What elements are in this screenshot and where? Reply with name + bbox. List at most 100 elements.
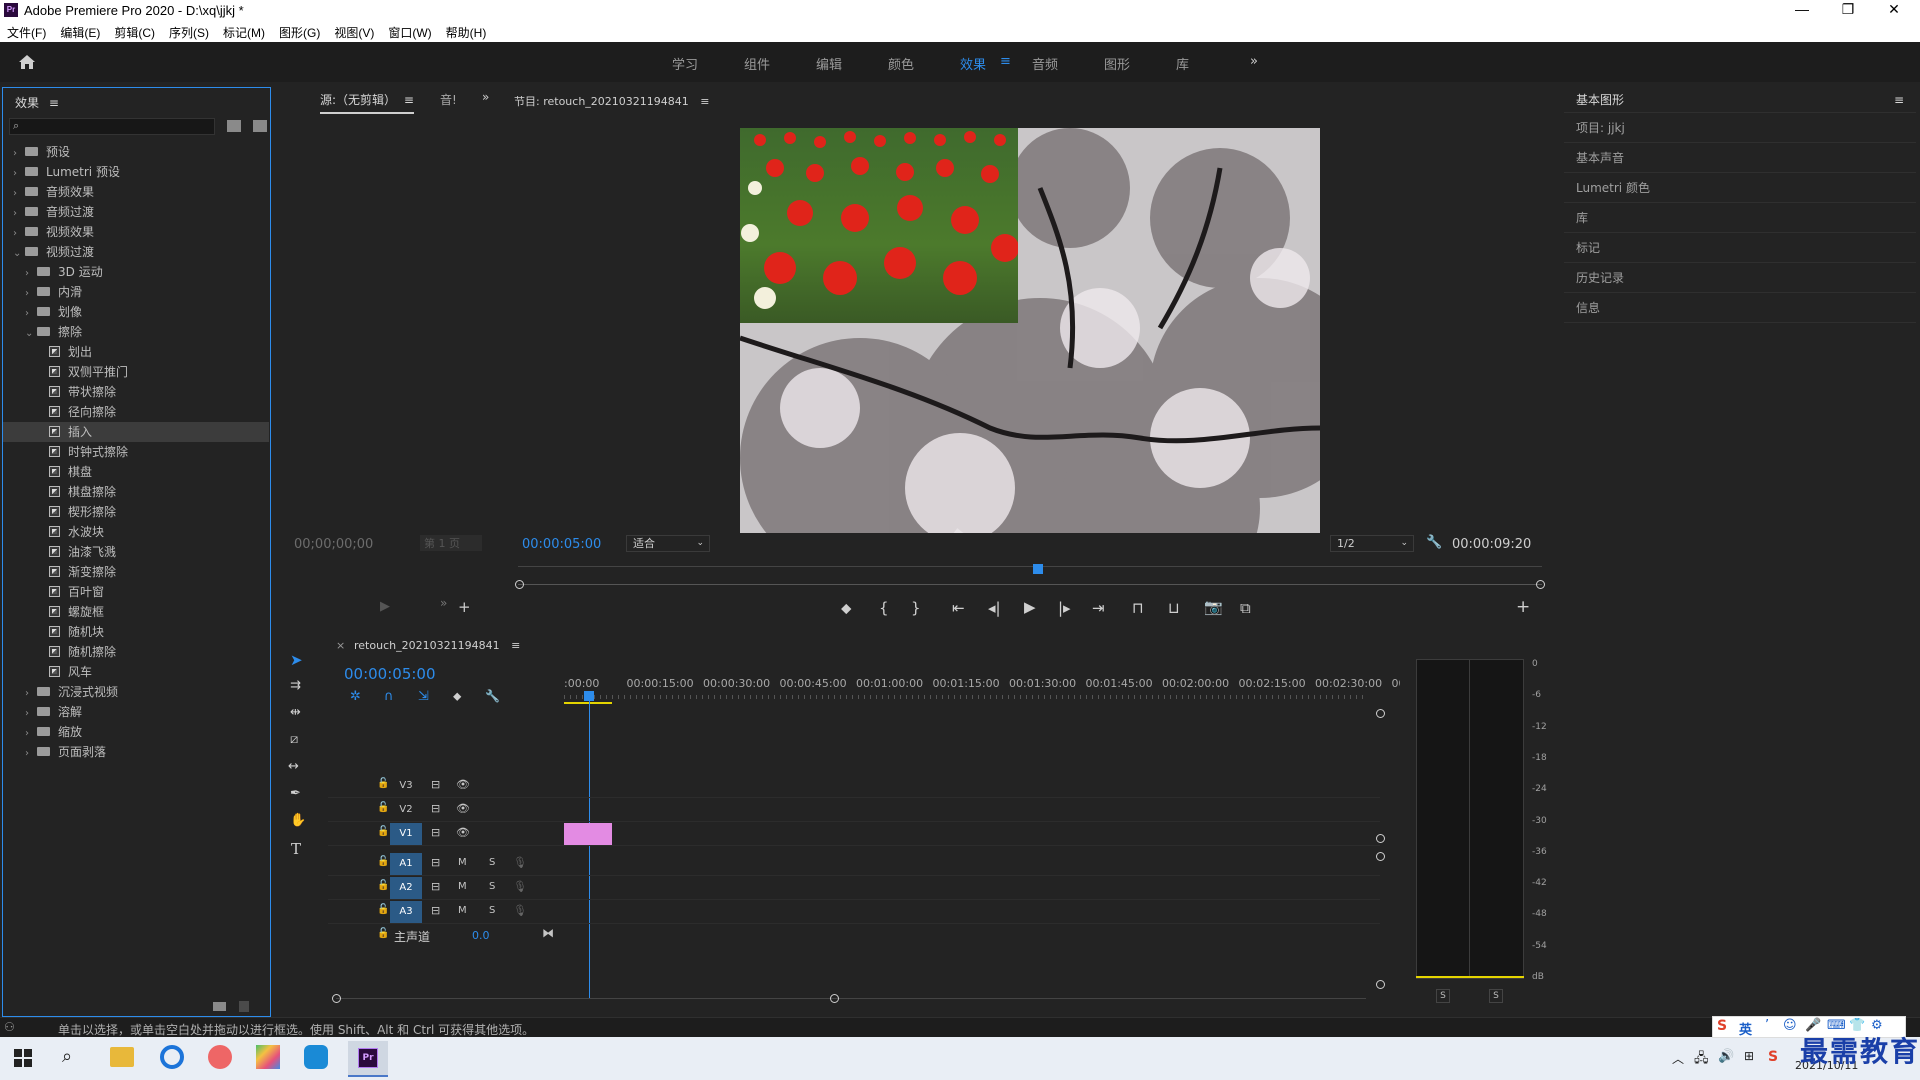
chevron-right-icon[interactable]: › [13,144,25,164]
video-clip[interactable] [564,823,612,845]
workspace-tab-color[interactable]: 颜色 [888,54,914,73]
chevron-right-icon[interactable]: › [25,284,37,304]
zoom-handle-right[interactable] [1536,580,1545,589]
search-icon[interactable]: ⌕ [62,1046,72,1067]
source-page-select[interactable]: 第 1 页 [420,535,482,551]
workspace-tab-graphics[interactable]: 图形 [1104,54,1130,73]
workspace-menu-icon[interactable]: ≡ [1000,54,1011,69]
menu-file[interactable]: 文件(F) [0,22,53,41]
razor-tool-icon[interactable]: ⧄ [290,732,298,747]
new-custom-bin-icon[interactable] [253,120,267,132]
menu-view[interactable]: 视图(V) [327,22,381,41]
settings-wrench-icon[interactable]: 🔧 [1426,535,1442,550]
effect-item[interactable]: 划出 [3,342,269,362]
mute-button[interactable]: M [458,881,467,892]
sync-lock-icon[interactable]: ⊟ [431,778,440,791]
chevron-right-icon[interactable]: › [25,684,37,704]
program-video-frame[interactable] [740,128,1320,533]
lock-icon[interactable]: 🔓 [377,856,389,867]
effect-folder[interactable]: › 预设 [3,142,269,162]
lock-icon[interactable]: 🔓 [377,778,389,789]
menu-window[interactable]: 窗口(W) [381,22,438,41]
track-label-v1[interactable]: V1 [390,823,422,845]
panel-item-project[interactable]: 项目: jjkj [1564,113,1916,143]
go-to-out-icon[interactable]: ⇥ [1092,599,1105,617]
chevron-right-icon[interactable]: › [13,204,25,224]
effect-item[interactable]: 随机擦除 [3,642,269,662]
time-ruler[interactable]: :00:00 00:00:15:00 00:00:30:00 00:00:45:00 0… [564,677,1409,691]
panel-item-lumetri-color[interactable]: Lumetri 颜色 [1564,173,1916,203]
panel-item-history[interactable]: 历史记录 [1564,263,1916,293]
menu-edit[interactable]: 编辑(E) [53,22,107,41]
track-select-tool-icon[interactable]: ⇉ [290,678,301,693]
source-timecode[interactable]: 00;00;00;00 [294,537,373,552]
menu-sequence[interactable]: 序列(S) [162,22,216,41]
microphone-icon[interactable]: 🎙 [513,856,527,869]
mark-in-icon[interactable]: { [879,599,889,617]
hscroll-handle-left[interactable] [332,994,341,1003]
source-overflow-icon[interactable]: » [440,596,447,610]
selection-tool-icon[interactable]: ➤ [290,651,303,669]
chevron-down-icon[interactable]: ⌄ [25,324,37,344]
play-icon[interactable]: ▶ [1024,598,1036,616]
effect-item[interactable]: 渐变擦除 [3,562,269,582]
menu-graphics[interactable]: 图形(G) [272,22,327,41]
chevron-right-icon[interactable]: › [25,744,37,764]
effect-folder[interactable]: › 溶解 [3,702,269,722]
effect-item[interactable]: 水波块 [3,522,269,542]
maximize-button[interactable]: ❐ [1828,1,1868,18]
sogou-icon[interactable]: S [1768,1049,1778,1065]
microphone-icon[interactable]: 🎙 [513,904,527,917]
resolution-select[interactable]: 1/2 ⌄ [1330,535,1414,552]
program-scrubber[interactable] [518,566,1542,567]
effect-item[interactable]: 楔形擦除 [3,502,269,522]
tray-chevron-icon[interactable]: ︿ [1672,1050,1684,1067]
source-add-button-icon[interactable]: + [458,598,471,616]
effect-folder[interactable]: › 音频效果 [3,182,269,202]
eye-icon[interactable]: 👁 [456,802,470,815]
workspace-tab-audio[interactable]: 音频 [1032,54,1058,73]
extract-icon[interactable]: ⊔ [1168,599,1180,617]
panel-item-libraries[interactable]: 库 [1564,203,1916,233]
home-icon[interactable] [18,54,36,70]
panel-overflow-icon[interactable]: » [482,90,489,104]
app-icon-2[interactable] [256,1045,280,1069]
minimize-button[interactable]: — [1782,1,1822,17]
work-area-bar[interactable] [564,702,612,704]
solo-button[interactable]: S [489,881,495,892]
sync-lock-icon[interactable]: ⊟ [431,826,440,839]
effect-item[interactable]: 油漆飞溅 [3,542,269,562]
effect-item[interactable]: 插入 [3,422,269,442]
microphone-icon[interactable]: 🎙 [513,880,527,893]
close-button[interactable]: ✕ [1874,1,1914,18]
mute-button[interactable]: M [458,857,467,868]
solo-button[interactable]: S [489,857,495,868]
panel-item-essential-sound[interactable]: 基本声音 [1564,143,1916,173]
snap-magnet-icon[interactable]: ∩ [384,689,394,704]
ime-punctuation-icon[interactable]: ’ [1765,1018,1769,1033]
sync-lock-icon[interactable]: ⊟ [431,856,440,869]
close-sequence-icon[interactable]: × [336,639,345,652]
effect-item[interactable]: 棋盘擦除 [3,482,269,502]
eye-icon[interactable]: 👁 [456,778,470,791]
panel-item-markers[interactable]: 标记 [1564,233,1916,263]
linked-selection-icon[interactable]: ⇲ [418,689,429,704]
effect-item[interactable]: 径向擦除 [3,402,269,422]
chevron-right-icon[interactable]: › [13,164,25,184]
workspace-overflow-icon[interactable]: » [1250,54,1258,69]
meter-solo-right[interactable]: S [1489,989,1503,1003]
premiere-taskbar-button[interactable]: Pr [348,1041,388,1077]
menu-clip[interactable]: 剪辑(C) [107,22,162,41]
chevron-right-icon[interactable]: › [25,704,37,724]
sync-lock-icon[interactable]: ⊟ [431,880,440,893]
folder-icon[interactable] [213,1002,226,1011]
vertical-zoom-top[interactable] [1376,709,1385,718]
workspace-tab-effects[interactable]: 效果 [960,54,986,73]
export-frame-camera-icon[interactable]: 📷 [1204,598,1223,616]
ime-language-toggle[interactable]: 英 [1739,1019,1752,1038]
workspace-tab-libraries[interactable]: 库 [1176,54,1189,73]
trash-icon[interactable] [239,1001,249,1012]
essential-graphics-header[interactable]: 基本图形 ≡ [1564,87,1916,113]
program-zoom-bar[interactable] [518,584,1542,585]
program-monitor-title[interactable]: 节目: retouch_20210321194841 ≡ [514,93,709,109]
